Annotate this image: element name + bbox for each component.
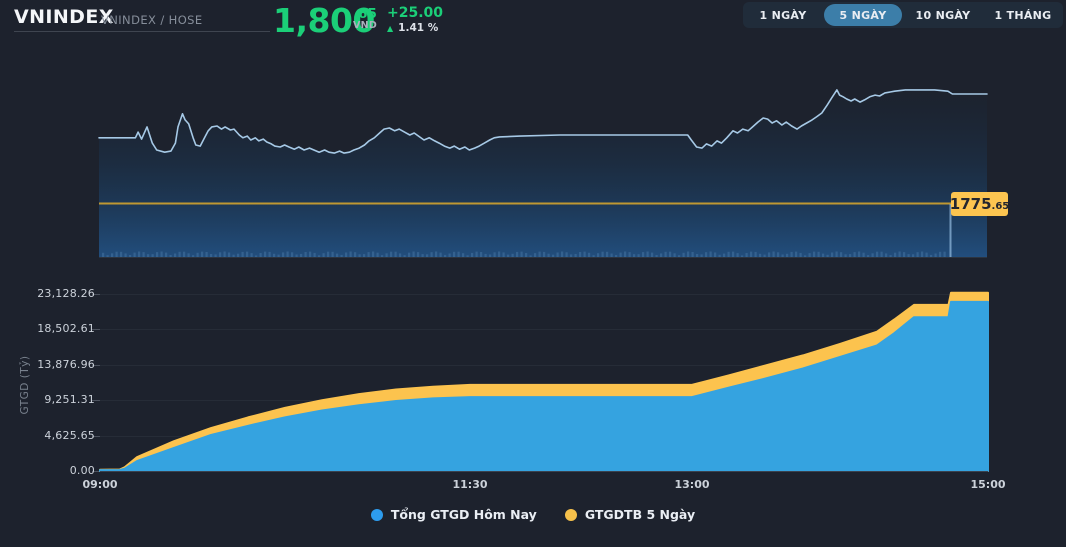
symbol-breadcrumb: VNINDEX / HOSE: [101, 13, 203, 27]
chart-legend: Tổng GTGD Hôm Nay GTGDTB 5 Ngày: [0, 507, 1066, 522]
reference-price-label: 1775 .65: [949, 192, 1010, 216]
period-tab-group: 1 NGÀY 5 NGÀY 10 NGÀY 1 THÁNG: [743, 2, 1063, 28]
price-change: +25.00: [387, 5, 444, 21]
tab-1-ngay[interactable]: 1 NGÀY: [744, 4, 822, 26]
legend-item-tong-gtgd-hom-nay[interactable]: Tổng GTGD Hôm Nay: [370, 507, 537, 522]
y-tick-label: 13,876.96: [37, 357, 95, 371]
price-chart[interactable]: [98, 89, 988, 258]
reference-price-int: 1775: [949, 195, 992, 213]
legend-dot-icon: [370, 508, 383, 521]
legend-dot-icon: [564, 508, 577, 521]
turnover-chart[interactable]: [92, 291, 989, 472]
header-divider: [14, 31, 270, 32]
price-change-block: +25.00 ▲ 1.41 %: [387, 5, 444, 35]
y-tick-label: 4,625.65: [44, 428, 95, 442]
y-tick-label: 9,251.31: [44, 393, 95, 407]
y-axis-title: GTGD (Tỷ): [19, 355, 31, 415]
legend-label: GTGDTB 5 Ngày: [584, 507, 696, 522]
legend-item-gtgdtb-5-ngay[interactable]: GTGDTB 5 Ngày: [564, 507, 696, 522]
tab-5-ngay[interactable]: 5 NGÀY: [824, 4, 902, 26]
price-decimal-block: .65 VND: [353, 7, 377, 31]
y-tick-label: 18,502.61: [37, 322, 95, 336]
vnindex-chart-page: { "header": { "title": "VNINDEX", "subti…: [0, 0, 1066, 547]
up-arrow-icon: ▲: [387, 24, 394, 34]
price-currency: VND: [353, 20, 378, 32]
x-tick-label: 13:00: [674, 478, 710, 491]
x-tick-label: 09:00: [82, 478, 118, 491]
tab-1-thang[interactable]: 1 THÁNG: [984, 4, 1062, 26]
legend-label: Tổng GTGD Hôm Nay: [390, 507, 537, 522]
x-tick-label: 15:00: [970, 478, 1006, 491]
page-title: VNINDEX: [14, 6, 114, 28]
price-decimals: .65: [353, 6, 377, 22]
tab-10-ngay[interactable]: 10 NGÀY: [904, 4, 982, 26]
x-tick-label: 11:30: [452, 478, 488, 491]
y-tick-label: 0.00: [69, 464, 95, 477]
reference-price-dec: .65: [991, 200, 1010, 212]
charts-canvas[interactable]: [0, 0, 1066, 547]
price-change-percent: 1.41 %: [398, 22, 439, 35]
y-tick-label: 23,128.26: [37, 287, 95, 300]
price-area-fill: [99, 89, 987, 258]
